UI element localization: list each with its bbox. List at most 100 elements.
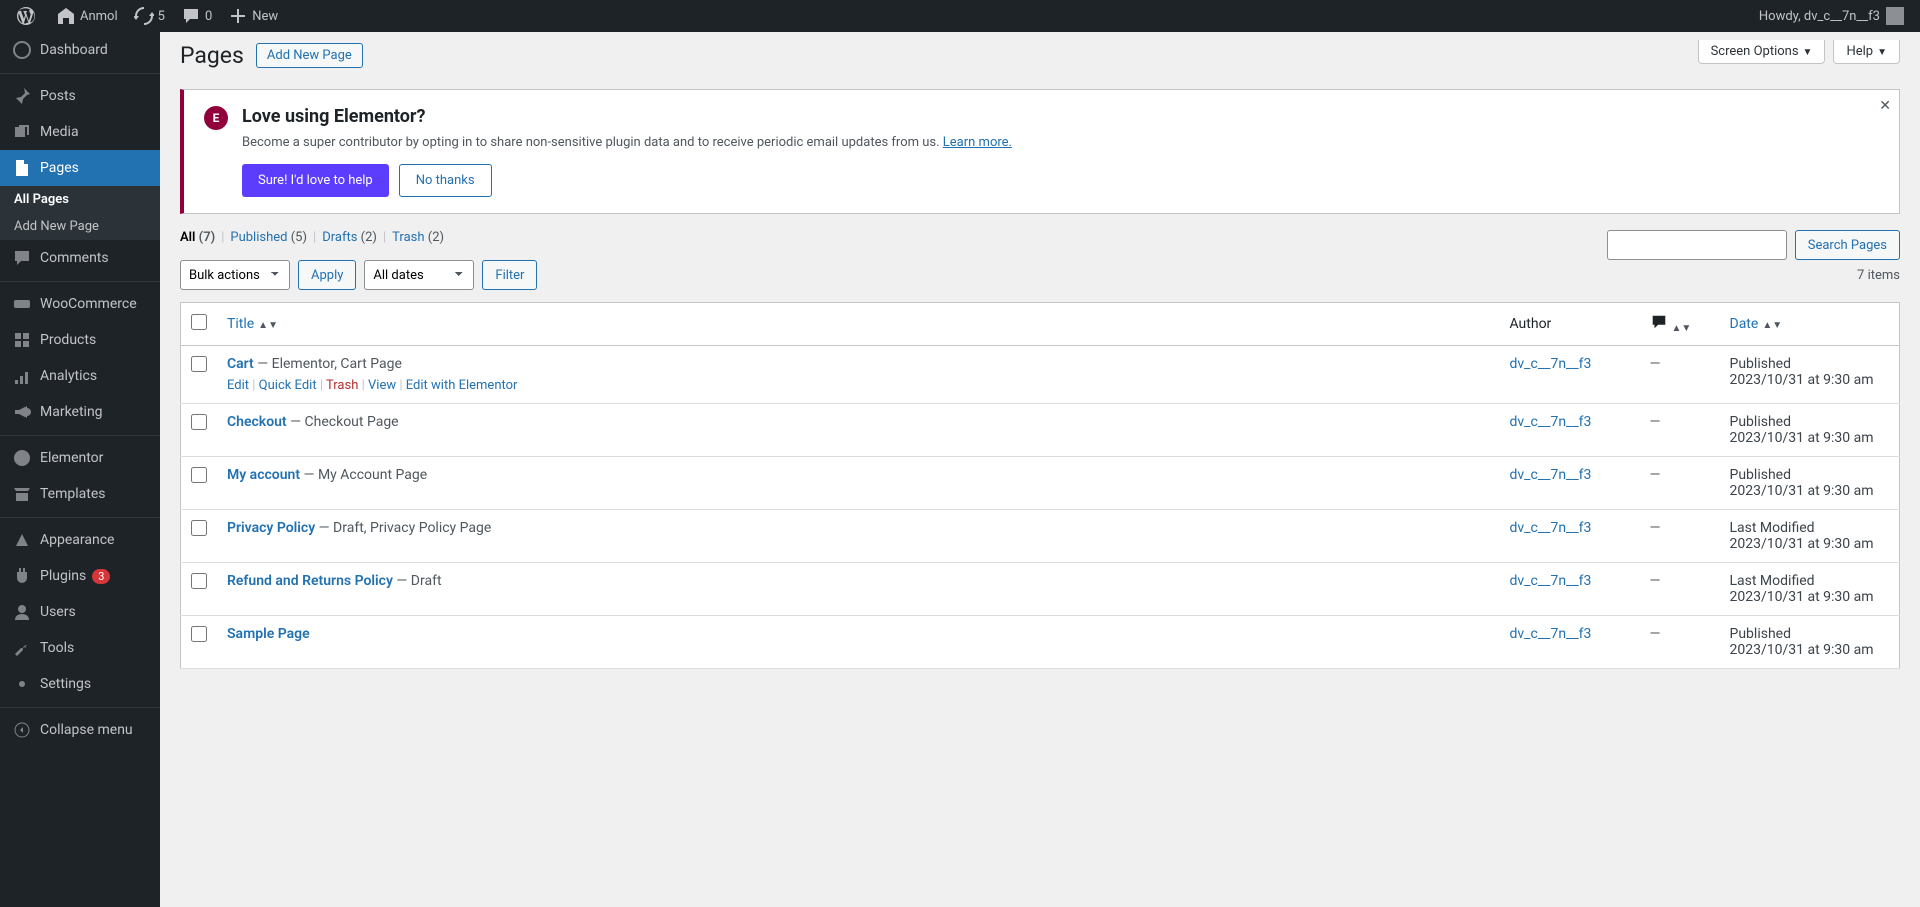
th-comments[interactable]: ▲▼: [1640, 303, 1720, 346]
row-checkbox[interactable]: [191, 356, 207, 372]
menu-products[interactable]: Products: [0, 322, 160, 358]
page-suffix: — Draft: [393, 573, 442, 589]
row-checkbox[interactable]: [191, 626, 207, 642]
author-link[interactable]: dv_c__7n__f3: [1510, 626, 1592, 642]
author-link[interactable]: dv_c__7n__f3: [1510, 573, 1592, 589]
menu-media[interactable]: Media: [0, 114, 160, 150]
my-account-link[interactable]: Howdy, dv_c__7n__f3: [1751, 0, 1912, 32]
author-link[interactable]: dv_c__7n__f3: [1510, 467, 1592, 483]
menu-comments[interactable]: Comments: [0, 240, 160, 276]
screen-options-button[interactable]: Screen Options▼: [1698, 40, 1826, 64]
search-button[interactable]: Search Pages: [1795, 230, 1900, 260]
page-suffix: — Elementor, Cart Page: [254, 356, 402, 372]
page-title-link[interactable]: Cart: [227, 356, 254, 372]
page-suffix: — Checkout Page: [287, 414, 399, 430]
row-checkbox[interactable]: [191, 467, 207, 483]
apply-button[interactable]: Apply: [298, 260, 356, 290]
comment-icon: [181, 6, 201, 26]
menu-analytics[interactable]: Analytics: [0, 358, 160, 394]
th-date[interactable]: Date▲▼: [1720, 303, 1900, 346]
page-title-link[interactable]: Checkout: [227, 414, 287, 430]
marketing-icon: [12, 402, 32, 422]
date-value: 2023/10/31 at 9:30 am: [1730, 483, 1874, 499]
page-title-link[interactable]: Privacy Policy: [227, 520, 315, 536]
analytics-icon: [12, 366, 32, 386]
wp-logo[interactable]: [8, 0, 48, 32]
no-comments: —: [1650, 414, 1661, 430]
filter-published[interactable]: Published (5): [230, 230, 307, 245]
view-link[interactable]: View: [368, 378, 396, 393]
menu-elementor[interactable]: Elementor: [0, 440, 160, 476]
new-content-link[interactable]: New: [220, 0, 286, 32]
elementor-icon: [12, 448, 32, 468]
howdy-text: Howdy, dv_c__7n__f3: [1759, 9, 1880, 24]
plugins-badge: 3: [92, 569, 110, 584]
author-link[interactable]: dv_c__7n__f3: [1510, 356, 1592, 372]
page-title-link[interactable]: My account: [227, 467, 300, 483]
page-suffix: — My Account Page: [300, 467, 427, 483]
comments-link[interactable]: 0: [173, 0, 220, 32]
menu-users[interactable]: Users: [0, 594, 160, 630]
sort-icon: ▲▼: [258, 320, 278, 331]
bulk-actions-select[interactable]: Bulk actions: [180, 260, 290, 290]
status-filters: All (7) | Published (5) | Drafts (2) | T…: [180, 230, 444, 245]
filter-drafts[interactable]: Drafts (2): [322, 230, 377, 245]
edit-link[interactable]: Edit: [227, 378, 249, 393]
submenu-add-new-page[interactable]: Add New Page: [0, 213, 160, 240]
updates-link[interactable]: 5: [126, 0, 173, 32]
menu-templates[interactable]: Templates: [0, 476, 160, 512]
table-row: Privacy Policy — Draft, Privacy Policy P…: [181, 510, 1900, 563]
menu-collapse[interactable]: Collapse menu: [0, 712, 160, 748]
submenu-pages: All Pages Add New Page: [0, 186, 160, 240]
wordpress-icon: [16, 6, 36, 26]
author-link[interactable]: dv_c__7n__f3: [1510, 414, 1592, 430]
search-input[interactable]: [1607, 230, 1787, 260]
menu-posts[interactable]: Posts: [0, 78, 160, 114]
th-title[interactable]: Title▲▼: [217, 303, 1500, 346]
menu-settings[interactable]: Settings: [0, 666, 160, 702]
notice-decline-button[interactable]: No thanks: [399, 164, 492, 197]
menu-pages[interactable]: Pages: [0, 150, 160, 186]
date-value: 2023/10/31 at 9:30 am: [1730, 536, 1874, 552]
pages-table: Title▲▼ Author ▲▼ Date▲▼ Cart — Elemento…: [180, 302, 1900, 669]
row-checkbox[interactable]: [191, 520, 207, 536]
submenu-all-pages[interactable]: All Pages: [0, 186, 160, 213]
menu-marketing[interactable]: Marketing: [0, 394, 160, 430]
sort-icon: ▲▼: [1762, 320, 1782, 331]
chevron-down-icon: ▼: [1877, 47, 1887, 58]
date-status: Published: [1730, 356, 1890, 372]
add-new-page-button[interactable]: Add New Page: [256, 43, 363, 68]
row-checkbox[interactable]: [191, 414, 207, 430]
select-all-checkbox[interactable]: [191, 314, 207, 330]
menu-tools[interactable]: Tools: [0, 630, 160, 666]
comment-icon: [12, 248, 32, 268]
learn-more-link[interactable]: Learn more.: [943, 135, 1012, 150]
pin-icon: [12, 86, 32, 106]
elementor-notice: E Love using Elementor? Become a super c…: [180, 89, 1900, 214]
filter-all[interactable]: All (7): [180, 230, 215, 245]
menu-woocommerce[interactable]: WooCommerce: [0, 286, 160, 322]
menu-dashboard[interactable]: Dashboard: [0, 32, 160, 68]
no-comments: —: [1650, 520, 1661, 536]
trash-link[interactable]: Trash: [326, 378, 358, 393]
filter-button[interactable]: Filter: [482, 260, 537, 290]
close-icon: ✕: [1879, 98, 1891, 114]
tools-icon: [12, 638, 32, 658]
notice-accept-button[interactable]: Sure! I'd love to help: [242, 164, 389, 197]
filter-trash[interactable]: Trash (2): [392, 230, 444, 245]
row-checkbox[interactable]: [191, 573, 207, 589]
quick-edit-link[interactable]: Quick Edit: [259, 378, 317, 393]
date-filter-select[interactable]: All dates: [364, 260, 474, 290]
help-button[interactable]: Help▼: [1833, 40, 1900, 64]
page-title-link[interactable]: Sample Page: [227, 626, 310, 642]
author-link[interactable]: dv_c__7n__f3: [1510, 520, 1592, 536]
table-row: Checkout — Checkout Page dv_c__7n__f3 — …: [181, 404, 1900, 457]
edit-elementor-link[interactable]: Edit with Elementor: [406, 378, 518, 393]
page-title-link[interactable]: Refund and Returns Policy: [227, 573, 393, 589]
admin-menu: Dashboard Posts Media Pages All Pages Ad…: [0, 32, 160, 907]
site-name-link[interactable]: Anmol: [48, 0, 126, 32]
table-row: Sample Page dv_c__7n__f3 — Published2023…: [181, 616, 1900, 669]
notice-close-button[interactable]: ✕: [1879, 98, 1891, 114]
menu-appearance[interactable]: Appearance: [0, 522, 160, 558]
menu-plugins[interactable]: Plugins3: [0, 558, 160, 594]
